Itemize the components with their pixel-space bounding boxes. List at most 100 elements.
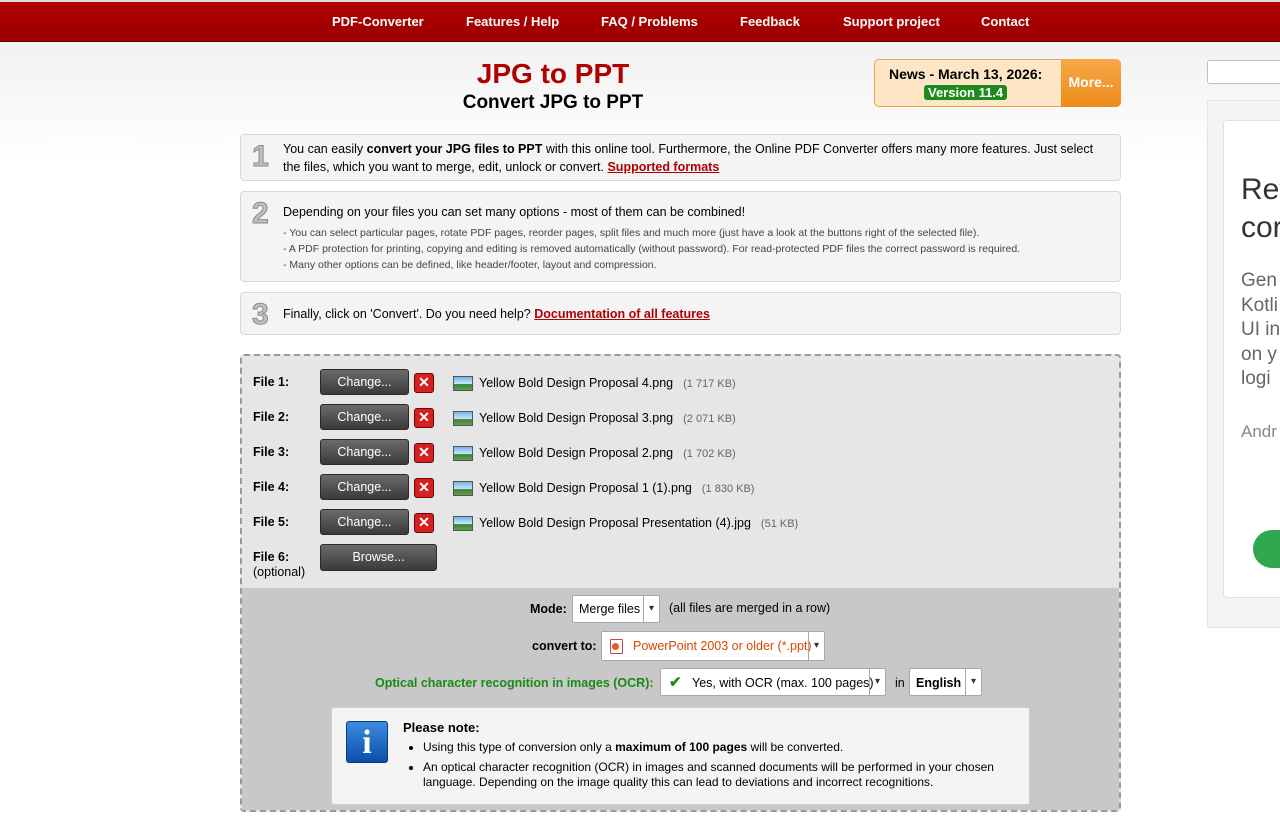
step-1-text-bold: convert your JPG files to PPT (366, 142, 543, 156)
page-subtitle: Convert JPG to PPT (462, 92, 644, 113)
file-2-name: Yellow Bold Design Proposal 3.png (2 071 … (479, 411, 736, 425)
step-1-text: You can easily convert your JPG files to… (283, 140, 1108, 176)
file-6-label-text: File 6: (253, 550, 290, 564)
right-search-input[interactable] (1207, 60, 1280, 84)
file-6-optional: (optional) (253, 565, 306, 579)
ad-footer: Andr (1241, 422, 1277, 441)
ad-body-line-3: UI in (1241, 319, 1280, 340)
file-2-filename: Yellow Bold Design Proposal 3.png (479, 411, 674, 425)
ppt-file-icon-dot (612, 643, 619, 650)
file-3-filename: Yellow Bold Design Proposal 2.png (479, 446, 674, 460)
news-box: News - March 13, 2026: Version 11.4 More… (874, 59, 1121, 107)
chevron-down-icon: ▾ (965, 669, 981, 695)
file-3-name: Yellow Bold Design Proposal 2.png (1 702 … (479, 446, 736, 460)
ad-body-line-2: Kotli (1241, 295, 1278, 316)
checkmark-icon: ✔ (669, 674, 682, 691)
file-2-size: (2 071 KB) (683, 413, 736, 425)
note-item-2: An optical character recognition (OCR) i… (423, 760, 1013, 790)
news-label: News - March 13, 2026: (889, 66, 1043, 82)
chevron-down-icon: ▾ (643, 596, 659, 622)
mode-label: Mode: (530, 602, 567, 616)
image-file-icon (453, 446, 473, 461)
file-3-label: File 3: (253, 445, 290, 459)
top-nav: PDF-Converter Features / Help FAQ / Prob… (0, 0, 1280, 42)
file-2-remove-icon[interactable]: ✕ (414, 408, 434, 428)
step-2-number: 2 (252, 197, 270, 231)
step-3: 3 Finally, click on 'Convert'. Do you ne… (240, 292, 1121, 335)
file-5-size: (51 KB) (760, 518, 799, 530)
news-more-button[interactable]: More... (1061, 59, 1121, 107)
note-item-1: Using this type of conversion only a max… (423, 740, 1013, 755)
mode-select[interactable]: Merge files ▾ (572, 595, 660, 623)
nav-support-project[interactable]: Support project (843, 14, 940, 29)
info-icon: i (346, 721, 388, 763)
file-5-filename: Yellow Bold Design Proposal Presentation… (479, 516, 751, 530)
file-3-remove-icon[interactable]: ✕ (414, 443, 434, 463)
file-4-size: (1 830 KB) (701, 483, 755, 495)
file-2-change-button[interactable]: Change... (320, 404, 409, 430)
ocr-select[interactable]: ✔ Yes, with OCR (max. 100 pages) ▾ (660, 668, 886, 696)
ocr-select-value: Yes, with OCR (max. 100 pages) (692, 676, 874, 690)
ppt-file-icon (610, 639, 623, 654)
nav-pdf-converter[interactable]: PDF-Converter (332, 14, 424, 29)
ocr-label: Optical character recognition in images … (375, 676, 654, 690)
step-2-main: Depending on your files you can set many… (283, 205, 746, 219)
file-1-remove-icon[interactable]: ✕ (414, 373, 434, 393)
step-2-bullet-1: - You can select particular pages, rotat… (283, 227, 980, 239)
note-item-1-bold: maximum of 100 pages (615, 740, 748, 754)
chevron-down-icon: ▾ (808, 632, 824, 660)
nav-contact[interactable]: Contact (981, 14, 1029, 29)
nav-feedback[interactable]: Feedback (740, 14, 800, 29)
file-5-remove-icon[interactable]: ✕ (414, 513, 434, 533)
mode-select-value: Merge files (579, 602, 641, 616)
options-panel: Mode: Merge files ▾ (all files are merge… (242, 588, 1119, 810)
step-3-text: Finally, click on 'Convert'. Do you need… (283, 305, 1108, 323)
file-4-filename: Yellow Bold Design Proposal 1 (1).png (479, 481, 692, 495)
page-title: JPG to PPT (476, 58, 630, 89)
step-2-text: Depending on your files you can set many… (283, 203, 1108, 273)
chevron-down-icon: ▾ (869, 669, 885, 695)
ad-body-line-5: logi (1241, 368, 1271, 389)
file-area: File 1: Change... ✕ Yellow Bold Design P… (240, 354, 1121, 812)
language-select-value: English (916, 676, 962, 690)
documentation-link[interactable]: Documentation of all features (534, 307, 710, 321)
image-file-icon (453, 481, 473, 496)
file-5-label: File 5: (253, 515, 290, 529)
ad-body-line-1: Gen (1241, 270, 1277, 291)
file-4-name: Yellow Bold Design Proposal 1 (1).png (1 … (479, 481, 754, 495)
file-4-label: File 4: (253, 480, 290, 494)
file-1-label: File 1: (253, 375, 290, 389)
ad-title-line-2: cor (1241, 211, 1280, 244)
step-1-number: 1 (252, 140, 270, 174)
note-heading: Please note: (403, 720, 480, 735)
step-3-text-main: Finally, click on 'Convert'. Do you need… (283, 307, 535, 321)
step-3-number: 3 (252, 298, 270, 332)
file-1-change-button[interactable]: Change... (320, 369, 409, 395)
language-select[interactable]: English ▾ (909, 668, 982, 696)
ad-body-line-4: on y (1241, 344, 1277, 365)
convert-to-label: convert to: (532, 639, 597, 653)
image-file-icon (453, 411, 473, 426)
file-4-change-button[interactable]: Change... (320, 474, 409, 500)
convert-to-select[interactable]: PowerPoint 2003 or older (*.ppt) ▾ (601, 631, 825, 661)
supported-formats-link[interactable]: Supported formats (607, 160, 719, 174)
file-3-size: (1 702 KB) (683, 448, 736, 460)
file-1-filename: Yellow Bold Design Proposal 4.png (479, 376, 674, 390)
file-rows: File 1: Change... ✕ Yellow Bold Design P… (242, 356, 1119, 588)
file-4-remove-icon[interactable]: ✕ (414, 478, 434, 498)
file-1-name: Yellow Bold Design Proposal 4.png (1 717 … (479, 376, 736, 390)
file-5-change-button[interactable]: Change... (320, 509, 409, 535)
note-item-1-post: will be converted. (747, 740, 844, 754)
file-1-size: (1 717 KB) (683, 378, 736, 390)
please-note-box: i Please note: Using this type of conver… (331, 707, 1030, 805)
image-file-icon (453, 516, 473, 531)
step-2: 2 Depending on your files you can set ma… (240, 191, 1121, 282)
file-6-browse-button[interactable]: Browse... (320, 544, 437, 571)
nav-faq-problems[interactable]: FAQ / Problems (601, 14, 698, 29)
file-3-change-button[interactable]: Change... (320, 439, 409, 465)
ocr-in-label: in (895, 676, 905, 690)
step-2-bullet-2: - A PDF protection for printing, copying… (283, 243, 1021, 255)
convert-to-value: PowerPoint 2003 or older (*.ppt) (633, 639, 812, 653)
file-2-label: File 2: (253, 410, 290, 424)
nav-features-help[interactable]: Features / Help (466, 14, 559, 29)
